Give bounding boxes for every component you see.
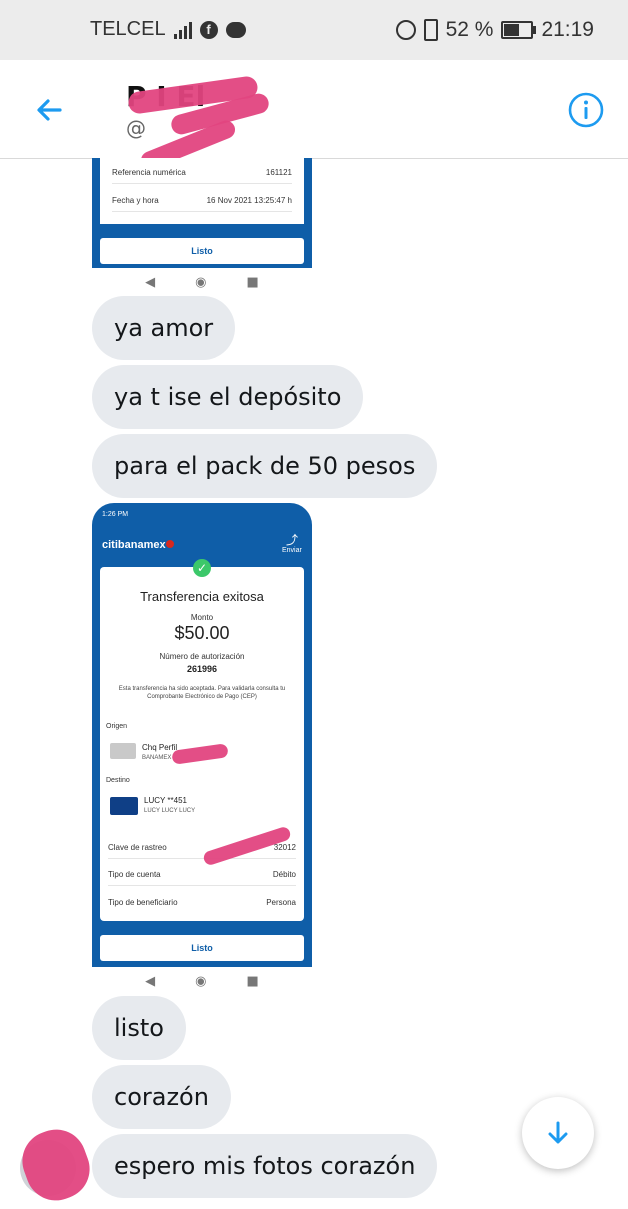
destination-sub: LUCY LUCY LUCY (144, 808, 196, 814)
share-icon: ⤴ (286, 533, 299, 547)
receipt-row: Fecha y hora 16 Nov 2021 13:25:47 h (112, 196, 292, 212)
destination-name: LUCY **451 (144, 796, 187, 805)
message-bubble[interactable]: espero mis fotos corazón (92, 1134, 438, 1198)
alarm-icon (395, 20, 416, 40)
conversation-header: P I El @ (0, 60, 628, 173)
message-bubble[interactable]: corazón (92, 1065, 231, 1129)
battery-percent: 52 % (445, 18, 494, 41)
message-bubble[interactable]: para el pack de 50 pesos (92, 434, 438, 498)
message-icon (225, 21, 246, 38)
listo-button: Listo (100, 935, 304, 961)
transfer-note: Esta transferencia ha sido aceptada. Par… (118, 686, 286, 700)
status-right: 52 % 21:19 (395, 18, 594, 42)
card-thumbnail (110, 743, 136, 759)
back-arrow-icon[interactable] (30, 90, 70, 130)
listo-button: Listo (100, 238, 304, 264)
nav-back-icon: ◀ (145, 973, 156, 989)
destination-label: Destino (106, 777, 130, 784)
status-left: TELCEL f (90, 18, 246, 41)
transfer-title: Transferencia exitosa (140, 589, 264, 604)
redaction-mark (13, 1121, 99, 1209)
status-bar: TELCEL f 52 % 21:19 (0, 0, 628, 60)
message-bubble[interactable]: ya amor (92, 296, 236, 360)
share-label: Enviar (282, 547, 302, 554)
amount-value: $50.00 (174, 623, 230, 643)
nav-recent-icon: ■ (246, 973, 259, 989)
contact-handle: @ (126, 116, 146, 140)
origin-label: Origen (106, 723, 128, 730)
nav-back-icon: ◀ (145, 274, 156, 290)
receipt-card: Referencia numérica 161121 Fecha y hora 16… (100, 158, 304, 224)
arrow-down-icon (548, 1121, 568, 1144)
vibrate-icon (423, 19, 438, 41)
success-check-icon: ✓ (193, 559, 211, 577)
origin-bank: BANAMEX (142, 755, 172, 761)
origin-account: Chq Perfil (142, 743, 178, 752)
carrier-label: TELCEL (90, 18, 166, 40)
card-thumbnail (110, 797, 138, 815)
message-bubble[interactable]: ya t ise el depósito (92, 365, 364, 429)
info-icon[interactable] (566, 90, 606, 130)
phone-status-bar: 1:26 PM (102, 511, 129, 518)
signal-icon (173, 21, 192, 39)
facebook-icon: f (199, 20, 218, 39)
battery-icon (501, 21, 537, 39)
receipt-image-1[interactable]: Referencia numérica 161121 Fecha y hora 16… (92, 158, 312, 268)
receipt-row: Tipo de cuenta Débito (108, 870, 296, 886)
scroll-to-bottom-button[interactable] (522, 1097, 594, 1169)
clock: 21:19 (541, 18, 594, 41)
receipt-row: Referencia numérica 161121 (112, 168, 292, 184)
nav-home-icon: ◉ (195, 274, 207, 290)
amount-label: Monto (190, 613, 214, 622)
nav-recent-icon: ■ (246, 274, 259, 290)
android-nav-bar: ◀ ◉ ■ (92, 269, 312, 295)
bank-logo: citibanamex (102, 539, 166, 551)
receipt-card: ✓ Transferencia exitosa Monto $50.00 Núm… (100, 559, 304, 921)
auth-number: 261996 (186, 664, 218, 674)
android-nav-bar: ◀ ◉ ■ (92, 968, 312, 994)
receipt-row: Tipo de beneficiario Persona (108, 898, 296, 907)
bank-logo-mark (166, 540, 174, 548)
message-bubble[interactable]: listo (92, 996, 186, 1060)
auth-label: Número de autorización (159, 652, 245, 661)
nav-home-icon: ◉ (195, 973, 207, 989)
receipt-image-2[interactable]: 1:26 PM citibanamex ⤴ Enviar ✓ Transfere… (92, 503, 312, 967)
